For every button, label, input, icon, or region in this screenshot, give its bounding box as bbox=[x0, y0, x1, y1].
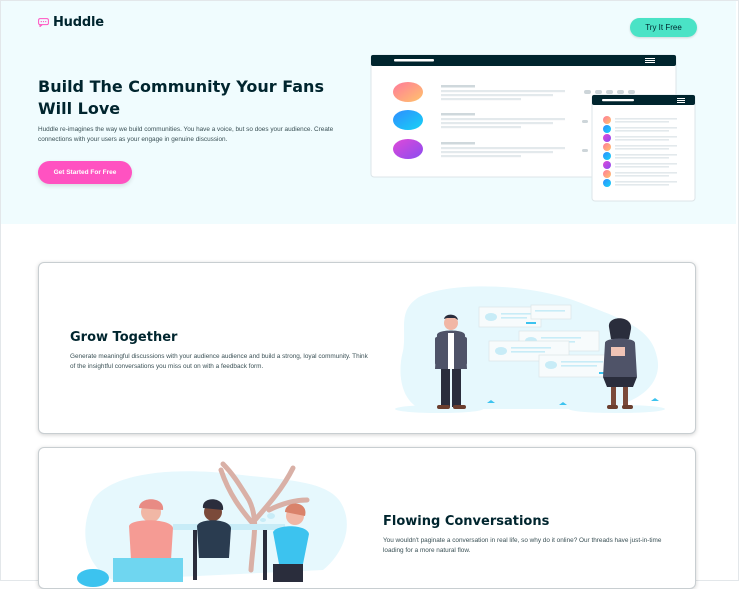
logo-text: Huddle bbox=[53, 15, 104, 30]
feature-title: Flowing Conversations bbox=[383, 514, 550, 529]
flowing-conversations-illustration bbox=[77, 461, 347, 587]
feature-description: You wouldn't paginate a conversation in … bbox=[383, 537, 662, 554]
feature-description: Generate meaningful discussions with you… bbox=[70, 353, 368, 370]
feature-card-flowing-conversations: Flowing Conversations You wouldn't pagin… bbox=[38, 447, 696, 589]
app-mockup-illustration bbox=[370, 54, 696, 202]
try-it-free-button[interactable]: Try It Free bbox=[630, 18, 697, 37]
hero-title: Build The Community Your Fans Will Love bbox=[38, 77, 324, 118]
logo[interactable]: Huddle bbox=[38, 15, 104, 30]
hero-description: Huddle re-imagines the way we build comm… bbox=[38, 126, 334, 143]
chat-bubble-icon bbox=[38, 18, 49, 27]
feature-title: Grow Together bbox=[70, 330, 178, 345]
grow-together-illustration bbox=[395, 286, 665, 413]
get-started-button[interactable]: Get Started For Free bbox=[38, 161, 132, 184]
feature-card-grow-together: Grow Together Generate meaningful discus… bbox=[38, 262, 696, 434]
